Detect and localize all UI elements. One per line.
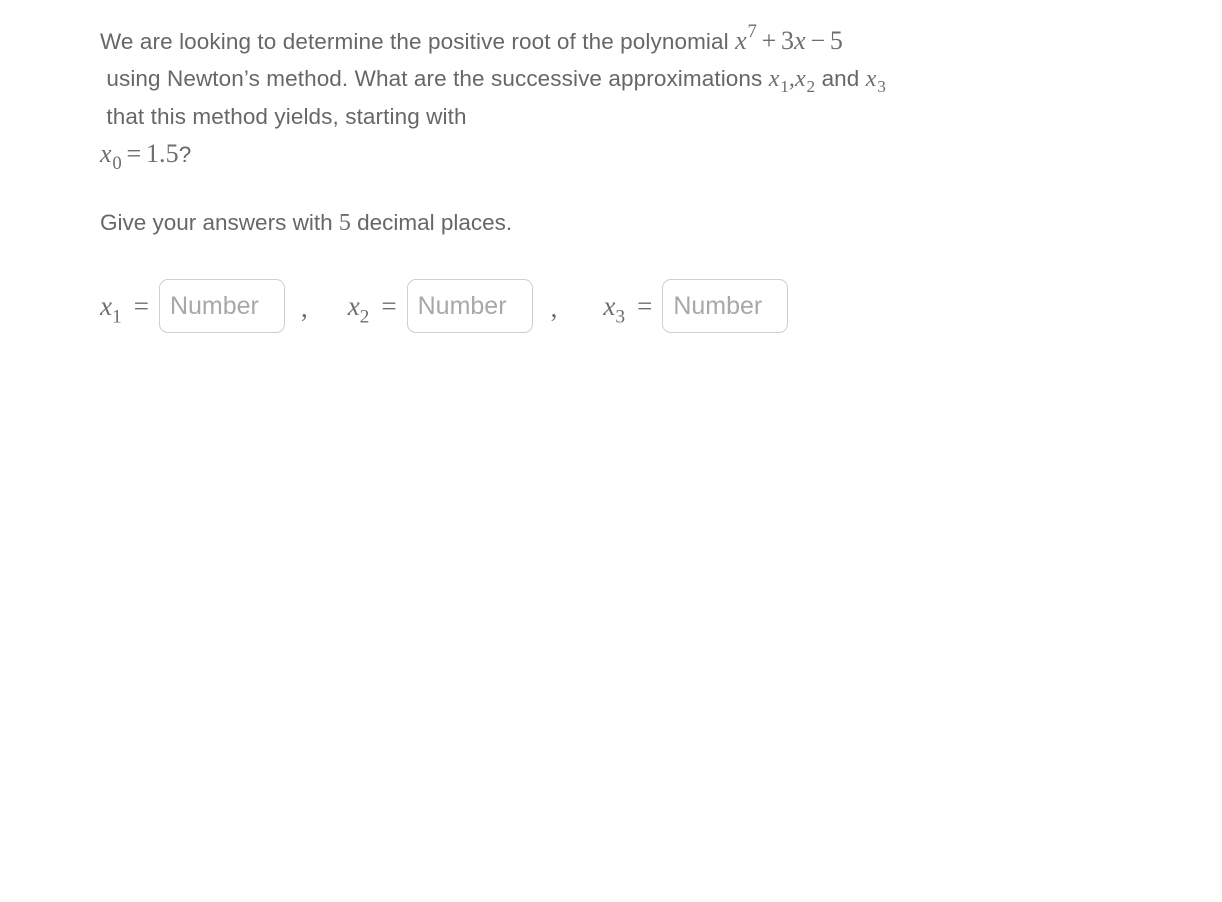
answer-separator-2: , <box>550 292 558 323</box>
polynomial-operator-plus: + <box>761 26 777 55</box>
polynomial-base: x <box>735 26 747 55</box>
answer-fields-row: x1 = , x2 = , x3 = <box>100 276 1200 336</box>
initial-guess-line: x0 = 1.5? <box>100 135 1200 173</box>
statement-text-and: and <box>815 66 866 91</box>
answer-equals-x1: = <box>133 290 149 321</box>
polynomial-operator-minus: − <box>810 26 826 55</box>
answer-label-x2-subscript: 2 <box>359 305 370 327</box>
polynomial-exponent: 7 <box>747 21 757 43</box>
answer-equals-x2: = <box>381 290 397 321</box>
answer-label-x3-base: x <box>603 290 616 321</box>
polynomial-expression: x7 +3x −5 <box>735 22 843 59</box>
answer-label-x2: x2 <box>347 290 370 327</box>
polynomial-constant: 5 <box>829 26 843 55</box>
answer-group-x3: x3 = <box>603 279 789 333</box>
question-mark: ? <box>178 142 192 167</box>
polynomial-coefficient: 3 <box>781 26 795 55</box>
initial-guess-value: 1.5 <box>145 139 179 168</box>
initial-guess-subscript: 0 <box>112 152 122 174</box>
instruction-suffix: decimal places. <box>350 210 513 235</box>
answer-label-x1-subscript: 1 <box>111 305 122 327</box>
statement-text-part-1: We are looking to determine the positive… <box>100 29 736 54</box>
initial-guess-equals: = <box>126 139 142 168</box>
question-content: We are looking to determine the positive… <box>100 22 1200 336</box>
symbol-x1: x1 <box>769 61 789 98</box>
question-page: We are looking to determine the positive… <box>0 0 1222 902</box>
answer-label-x2-base: x <box>347 290 360 321</box>
question-statement: We are looking to determine the positive… <box>100 22 1200 173</box>
answer-label-x1: x1 <box>100 290 122 327</box>
symbol-x2-subscript: 2 <box>806 77 816 97</box>
answer-group-x2: x2 = , <box>348 279 604 333</box>
initial-guess-base: x <box>100 139 112 168</box>
answer-label-x1-base: x <box>100 290 112 321</box>
answer-label-x3: x3 <box>603 290 625 327</box>
answer-equals-x3: = <box>637 290 653 321</box>
symbol-x2: x2 <box>795 61 815 98</box>
instruction-prefix: Give your answers with <box>100 210 339 235</box>
answer-separator-1: , <box>300 292 308 323</box>
symbol-x3-subscript: 3 <box>877 77 886 97</box>
symbol-x2-base: x <box>795 66 806 92</box>
symbol-x1-base: x <box>768 66 780 92</box>
symbol-x3: x3 <box>866 61 886 98</box>
instruction-line: Give your answers with 5 decimal places. <box>100 206 1200 240</box>
answer-group-x1: x1 = , <box>100 279 348 333</box>
polynomial-variable: x <box>794 26 806 55</box>
answer-input-x3[interactable] <box>662 279 789 333</box>
instruction-decimal-count: 5 <box>338 210 351 236</box>
statement-text-part-4: that this method yields, starting with <box>100 104 467 129</box>
statement-text-part-2: using Newton’s method. <box>100 66 349 91</box>
initial-guess-expression: x0 = 1.5 <box>100 135 179 172</box>
symbol-x1-subscript: 1 <box>780 77 789 97</box>
answer-label-x3-subscript: 3 <box>615 305 626 327</box>
statement-text-part-3: What are the successive approximations <box>354 66 769 91</box>
answer-input-x1[interactable] <box>158 279 285 333</box>
symbol-x3-base: x <box>865 66 877 92</box>
answer-input-x2[interactable] <box>406 279 533 333</box>
